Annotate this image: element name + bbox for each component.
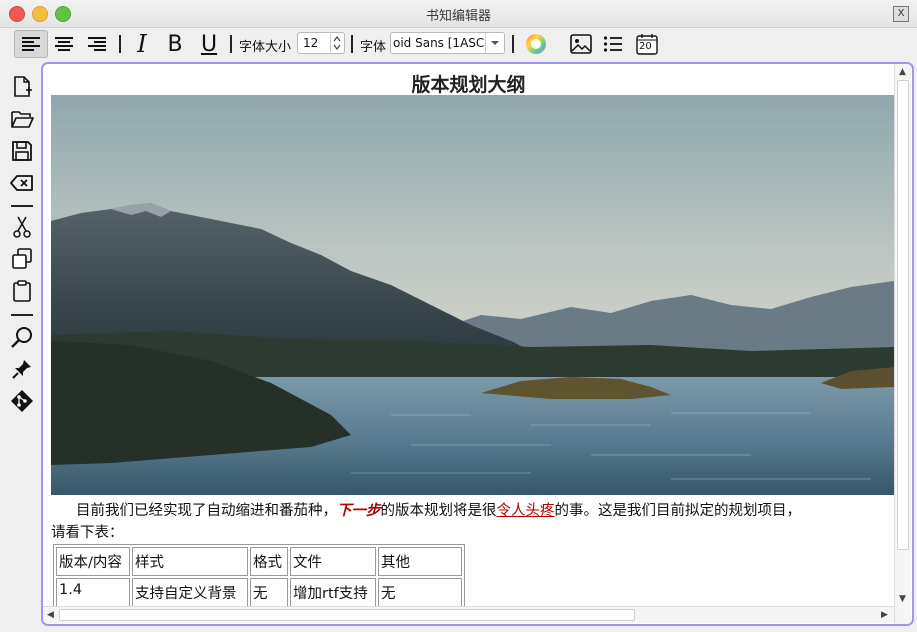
font-size-spinbox[interactable]: 12: [297, 32, 345, 54]
body-paragraph: 目前我们已经实现了自动缩进和番茄种，下一步的版本规划将是很令人头疼的事。这是我们…: [51, 500, 894, 544]
paste-icon: [13, 280, 31, 302]
align-right-button[interactable]: [83, 30, 111, 58]
scroll-left-icon[interactable]: ◀: [47, 610, 54, 620]
sidebar-separator: [11, 314, 33, 316]
toolbar-separator: [351, 35, 353, 53]
image-icon: [570, 34, 592, 54]
search-button[interactable]: [9, 324, 35, 350]
table-header-cell[interactable]: 版本/内容: [56, 547, 130, 576]
toolbar-separator: [512, 35, 514, 53]
insert-image-button[interactable]: [568, 30, 594, 58]
app-window: 书知编辑器 X I B U 字体大小 12 字体 oid Sans [1ASC]: [0, 0, 917, 632]
table-header-row: 版本/内容 样式 格式 文件 其他: [56, 547, 462, 576]
dropdown-button[interactable]: [485, 33, 504, 53]
toolbar-separator: [119, 35, 121, 53]
cut-icon: [13, 216, 31, 238]
scroll-up-icon[interactable]: ▲: [899, 67, 906, 77]
app-icon: X: [893, 6, 909, 22]
align-center-icon: [55, 37, 73, 51]
new-file-icon: [14, 76, 32, 97]
color-wheel-icon: [526, 34, 546, 54]
para-text: 目前我们已经实现了自动缩进和番茄种，: [76, 503, 337, 519]
table-cell[interactable]: 无: [378, 578, 462, 607]
table-cell[interactable]: 支持自定义背景: [132, 578, 248, 607]
search-icon: [11, 327, 32, 348]
side-toolbar: [0, 68, 40, 628]
table-header-cell[interactable]: 样式: [132, 547, 248, 576]
table-cell[interactable]: 1.4: [56, 578, 130, 607]
table-header-cell[interactable]: 其他: [378, 547, 462, 576]
italic-button[interactable]: I: [129, 30, 155, 58]
para-text: 的版本规划将是很: [380, 503, 497, 519]
calendar-day: 20: [639, 41, 652, 52]
table-header-cell[interactable]: 文件: [290, 547, 376, 576]
format-toolbar: I B U 字体大小 12 字体 oid Sans [1ASC] 20: [0, 27, 917, 61]
align-left-button[interactable]: [14, 30, 48, 58]
list-icon: [603, 36, 622, 52]
plan-table: 版本/内容 样式 格式 文件 其他 1.4 支持自定义背景 无 增加rtf支持 …: [53, 544, 465, 610]
spin-arrows[interactable]: [330, 34, 343, 52]
open-folder-button[interactable]: [9, 106, 35, 132]
align-center-button[interactable]: [50, 30, 78, 58]
scroll-right-icon[interactable]: ▶: [881, 610, 888, 620]
table-row: 1.4 支持自定义背景 无 增加rtf支持 无: [56, 578, 462, 607]
copy-icon: [12, 248, 32, 269]
document-editor[interactable]: 版本规划大纲 目前我们已经实现了自动缩进和番茄种，下一步的版本规划将是很令人头疼…: [41, 62, 914, 626]
font-size-label: 字体大小: [239, 40, 292, 55]
pin-button[interactable]: [9, 356, 35, 382]
underline-button[interactable]: U: [196, 30, 222, 58]
open-folder-icon: [11, 111, 34, 128]
table-header-cell[interactable]: 格式: [250, 547, 288, 576]
save-icon: [12, 141, 32, 161]
scroll-down-icon[interactable]: ▼: [899, 594, 906, 604]
git-button[interactable]: [9, 388, 35, 414]
save-button[interactable]: [9, 138, 35, 164]
vertical-scroll-thumb[interactable]: [897, 80, 909, 550]
para-line-2: 请看下表：: [51, 525, 124, 541]
bold-button[interactable]: B: [162, 30, 188, 58]
font-family-select[interactable]: oid Sans [1ASC]: [390, 32, 505, 54]
document-title: 版本规划大纲: [411, 74, 526, 96]
copy-button[interactable]: [9, 246, 35, 272]
cut-button[interactable]: [9, 214, 35, 240]
font-size-value: 12: [303, 36, 319, 50]
git-icon: [11, 390, 33, 412]
table-cell[interactable]: 无: [250, 578, 288, 607]
font-label: 字体: [360, 40, 387, 55]
insert-date-button[interactable]: 20: [634, 30, 660, 58]
delete-button[interactable]: [9, 170, 35, 196]
window-title: 书知编辑器: [425, 9, 491, 24]
toolbar-separator: [230, 35, 232, 53]
insert-list-button[interactable]: [600, 30, 626, 58]
document-image: [51, 95, 894, 495]
new-file-button[interactable]: [9, 74, 35, 100]
backspace-icon: [10, 175, 33, 191]
emphasized-text: 下一步: [337, 503, 381, 519]
title-bar: 书知编辑器 X: [0, 0, 917, 28]
vertical-scrollbar[interactable]: ▲ ▼: [894, 64, 911, 624]
spin-arrows-icon: [333, 36, 341, 50]
pin-icon: [12, 360, 31, 379]
chevron-down-icon: [491, 41, 499, 45]
sidebar-separator: [11, 205, 33, 207]
underlined-link[interactable]: 令人头疼: [497, 503, 555, 519]
para-text: 的事。这是我们目前拟定的规划项目，: [554, 503, 802, 519]
table-cell[interactable]: 增加rtf支持: [290, 578, 376, 607]
font-family-value: oid Sans [1ASC]: [393, 36, 489, 50]
align-right-icon: [88, 37, 106, 51]
text-color-button[interactable]: [523, 30, 549, 58]
align-left-icon: [22, 37, 40, 51]
horizontal-scroll-thumb[interactable]: [59, 609, 635, 621]
horizontal-scrollbar[interactable]: ◀ ▶: [43, 606, 894, 623]
paste-button[interactable]: [9, 278, 35, 304]
